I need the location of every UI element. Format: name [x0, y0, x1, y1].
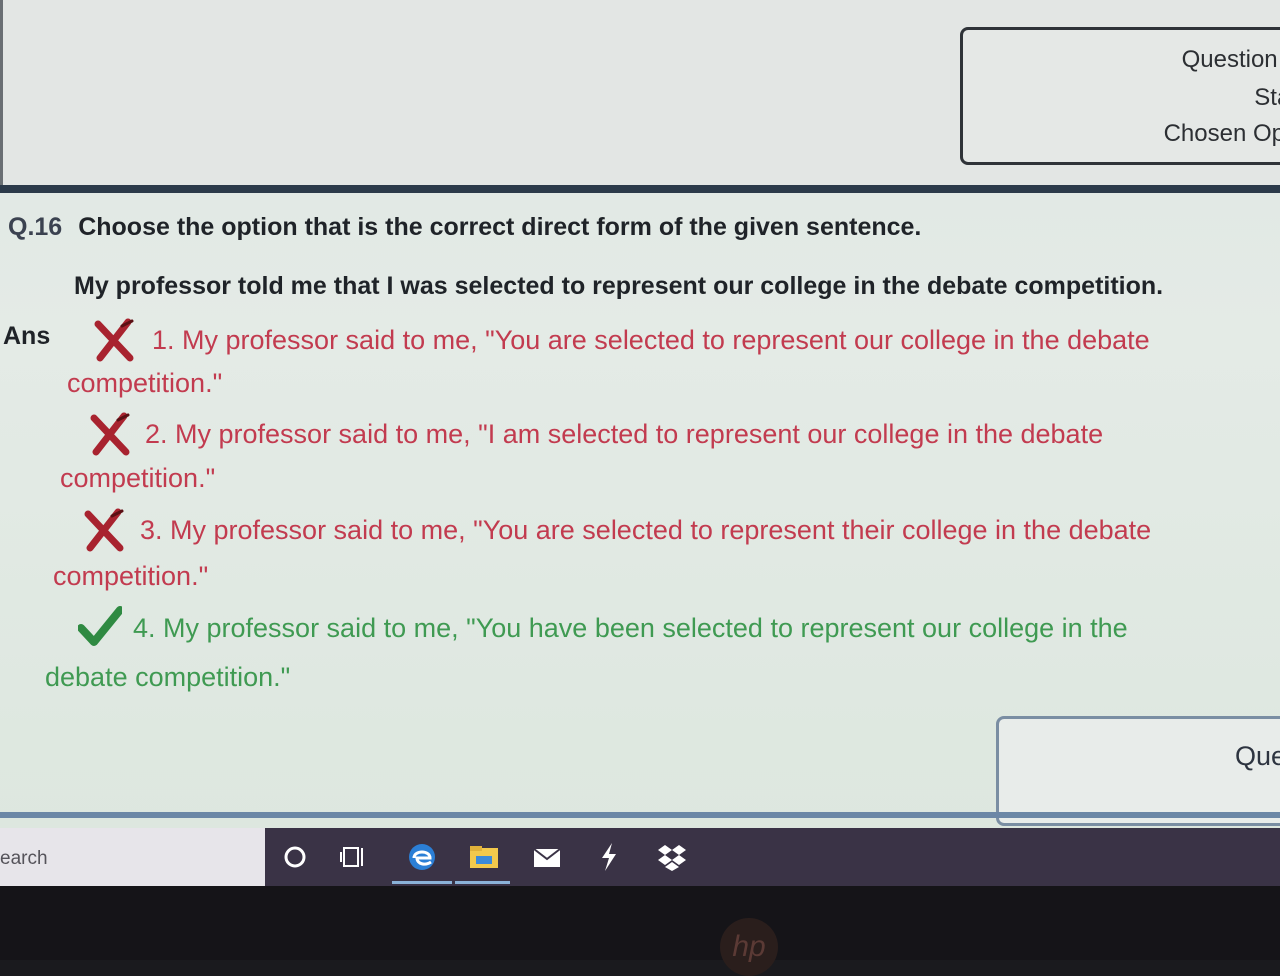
- taskbar-search-text: earch: [0, 848, 48, 869]
- wrong-cross-icon: [84, 508, 124, 552]
- laptop-bezel: [0, 886, 1280, 960]
- file-explorer-icon[interactable]: [467, 840, 501, 874]
- next-question-panel: Que: [996, 716, 1280, 826]
- question-info-panel: Question I Stat Chosen Opti: [960, 27, 1280, 165]
- option-3-line-2[interactable]: competition.": [53, 554, 208, 598]
- next-question-label: Que: [1235, 741, 1280, 771]
- open-app-indicator: [455, 881, 510, 884]
- option-2-line-2[interactable]: competition.": [60, 456, 215, 500]
- lightning-app-icon[interactable]: [592, 840, 626, 874]
- dropbox-icon[interactable]: [655, 840, 689, 874]
- section-divider: [0, 185, 1280, 193]
- wrong-cross-icon: [94, 318, 134, 362]
- exam-screen: Question I Stat Chosen Opti Q.16 Choose t…: [0, 0, 1280, 830]
- option-4-line-2[interactable]: debate competition.": [45, 655, 290, 699]
- answer-label: Ans: [3, 322, 51, 350]
- option-2-line-1[interactable]: 2. My professor said to me, "I am select…: [145, 412, 1103, 456]
- question-header: Q.16 Choose the option that is the correc…: [8, 213, 921, 242]
- active-app-indicator: [392, 881, 452, 884]
- task-view-icon[interactable]: [337, 840, 371, 874]
- question-id-label: Question I: [1181, 46, 1280, 73]
- option-1-line-1[interactable]: 1. My professor said to me, "You are sel…: [152, 318, 1150, 362]
- option-1-line-2[interactable]: competition.": [67, 361, 222, 405]
- chosen-option-label: Chosen Opti: [1163, 120, 1280, 147]
- taskbar-search-box[interactable]: earch: [0, 828, 265, 886]
- question-number: Q.16: [8, 213, 63, 241]
- question-stem: My professor told me that I was selected…: [74, 272, 1164, 300]
- option-4-line-1[interactable]: 4. My professor said to me, "You have be…: [133, 606, 1128, 650]
- status-label: Stat: [1254, 84, 1280, 111]
- hp-logo: hp: [720, 918, 778, 976]
- taskbar: earch: [0, 828, 1280, 886]
- wrong-cross-icon: [90, 412, 130, 456]
- correct-check-icon: [78, 606, 122, 646]
- header-area: Question I Stat Chosen Opti: [0, 0, 1280, 185]
- cortana-circle-icon[interactable]: [278, 840, 312, 874]
- mail-icon[interactable]: [530, 840, 564, 874]
- edge-browser-icon[interactable]: [405, 840, 439, 874]
- bottom-divider: [0, 812, 1280, 818]
- question-prompt: Choose the option that is the correct di…: [78, 213, 922, 241]
- option-3-line-1[interactable]: 3. My professor said to me, "You are sel…: [140, 508, 1151, 552]
